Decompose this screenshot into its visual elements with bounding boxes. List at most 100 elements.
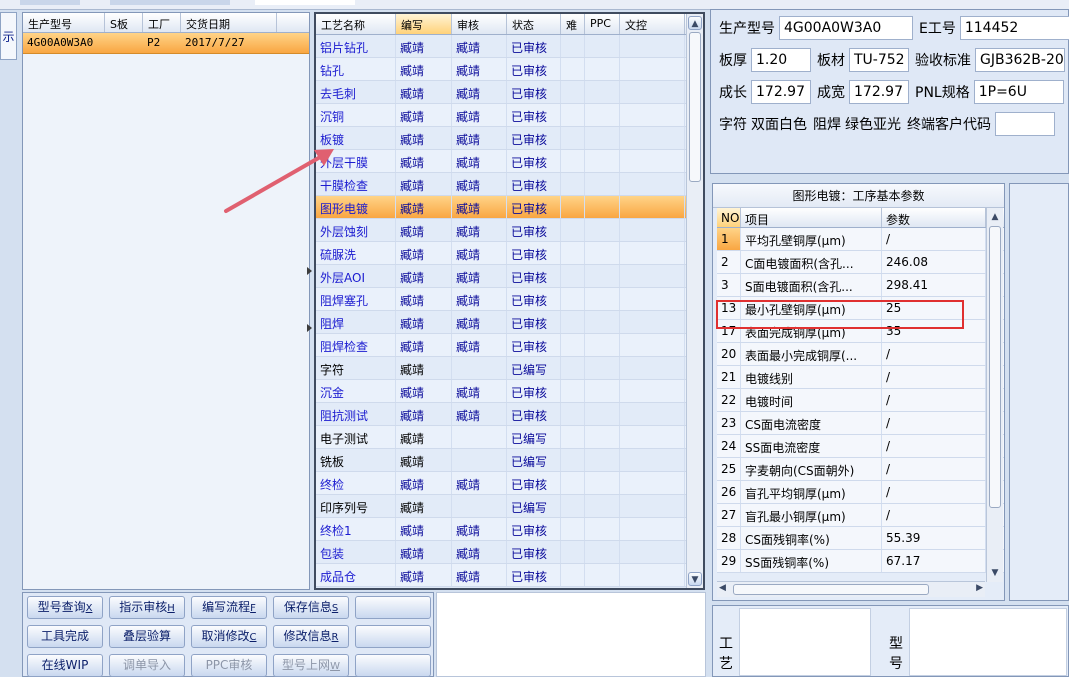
param-row[interactable]: 13 最小孔壁铜厚(μm) 25 [717, 297, 1004, 320]
param-row[interactable]: 29 SS面残铜率(%) 67.17 [717, 550, 1004, 573]
param-grid-scrollbar[interactable]: ▲ ▼ [986, 208, 1003, 582]
scroll-thumb[interactable] [689, 32, 701, 182]
action-button[interactable]: 调单导入 [109, 654, 185, 677]
empty-button[interactable] [355, 596, 431, 619]
action-button[interactable]: 保存信息S [273, 596, 349, 619]
param-row[interactable]: 2 C面电镀面积(含孔... 246.08 [717, 251, 1004, 274]
process-row[interactable]: 外层干膜 臧靖 臧靖 已审核 [316, 150, 703, 173]
param-row[interactable]: 1 平均孔壁铜厚(μm) / [717, 228, 1004, 251]
col-header-difficulty[interactable]: 难 [561, 14, 585, 34]
col-header-s-board[interactable]: S板 [105, 13, 143, 32]
param-row[interactable]: 20 表面最小完成铜厚(... / [717, 343, 1004, 366]
process-row[interactable]: 终检1 臧靖 臧靖 已审核 [316, 518, 703, 541]
panel-splitter[interactable] [306, 12, 314, 590]
action-button[interactable]: 工具完成 [27, 625, 103, 648]
process-row[interactable]: 阻焊塞孔 臧靖 臧靖 已审核 [316, 288, 703, 311]
standard-field[interactable]: GJB362B-200 [975, 48, 1065, 72]
scroll-thumb[interactable] [989, 226, 1001, 508]
process-row[interactable]: 终检 臧靖 臧靖 已审核 [316, 472, 703, 495]
process-row[interactable]: 印序列号 臧靖 已编写 [316, 495, 703, 518]
col-header-reviewer[interactable]: 审核 [452, 14, 507, 34]
process-name: 阻焊塞孔 [316, 288, 396, 310]
process-row[interactable]: 外层蚀刻 臧靖 臧靖 已审核 [316, 219, 703, 242]
scroll-down-icon[interactable]: ▼ [688, 572, 702, 586]
param-row[interactable]: 25 字麦朝向(CS面朝外) / [717, 458, 1004, 481]
process-row[interactable]: 硫脲洗 臧靖 臧靖 已审核 [316, 242, 703, 265]
param-row[interactable]: 3 S面电镀面积(含孔... 298.41 [717, 274, 1004, 297]
process-row[interactable]: 成品仓 臧靖 臧靖 已审核 [316, 564, 703, 587]
action-button[interactable]: 修改信息R [273, 625, 349, 648]
param-row[interactable]: 21 电镀线别 / [717, 366, 1004, 389]
action-button[interactable]: 取消修改C [191, 625, 267, 648]
action-button[interactable]: PPC审核 [191, 654, 267, 677]
eid-field[interactable]: 114452 [959, 16, 1069, 40]
empty-button[interactable] [355, 654, 431, 677]
button-label: PPC审核 [205, 658, 253, 672]
process-row[interactable]: 电子测试 臧靖 已编写 [316, 426, 703, 449]
col-header-value[interactable]: 参数 [882, 208, 986, 227]
param-row[interactable]: 26 盲孔平均铜厚(μm) / [717, 481, 1004, 504]
col-header-status[interactable]: 状态 [507, 14, 561, 34]
param-row[interactable]: 23 CS面电流密度 / [717, 412, 1004, 435]
scroll-down-icon[interactable]: ▼ [988, 566, 1002, 580]
param-row[interactable]: 27 盲孔最小铜厚(μm) / [717, 504, 1004, 527]
action-button[interactable]: 型号上网W [273, 654, 349, 677]
col-header-process-name[interactable]: 工艺名称 [316, 14, 396, 34]
action-button[interactable]: 编写流程F [191, 596, 267, 619]
splitter-arrow-icon[interactable] [307, 267, 312, 275]
scroll-up-icon[interactable]: ▲ [988, 210, 1002, 224]
length-field[interactable]: 172.97 [751, 80, 811, 104]
action-button[interactable]: 型号查询X [27, 596, 103, 619]
material-field[interactable]: TU-752 [849, 48, 909, 72]
process-row[interactable]: 钻孔 臧靖 臧靖 已审核 [316, 58, 703, 81]
process-row[interactable]: 阻焊检查 臧靖 臧靖 已审核 [316, 334, 703, 357]
process-grid-scrollbar[interactable]: ▲ ▼ [686, 14, 703, 588]
col-header-delivery-date[interactable]: 交货日期 [181, 13, 277, 32]
process-row[interactable]: 板镀 臧靖 臧靖 已审核 [316, 127, 703, 150]
process-row[interactable]: 阻焊 臧靖 臧靖 已审核 [316, 311, 703, 334]
col-header-doc-control[interactable]: 文控 [620, 14, 685, 34]
action-button[interactable]: 叠层验算 [109, 625, 185, 648]
param-row[interactable]: 17 表面完成铜厚(μm) 35 [717, 320, 1004, 343]
scroll-right-icon[interactable]: ▶ [976, 583, 983, 593]
col-header-ppc[interactable]: PPC [585, 14, 620, 34]
action-button[interactable]: 指示审核H [109, 596, 185, 619]
col-header-model[interactable]: 生产型号 [23, 13, 105, 32]
col-header-writer[interactable]: 编写 [396, 14, 452, 34]
process-row[interactable]: 沉铜 臧靖 臧靖 已审核 [316, 104, 703, 127]
width-field[interactable]: 172.97 [849, 80, 909, 104]
product-row[interactable]: 4G00A0W3A0 P2 2017/7/27 [23, 33, 309, 54]
scroll-up-icon[interactable]: ▲ [688, 16, 702, 30]
left-side-tab[interactable]: 示 [0, 12, 17, 60]
pnl-field[interactable]: 1P=6U [973, 80, 1064, 104]
splitter-arrow-icon[interactable] [307, 324, 312, 332]
craft-notes-box[interactable] [739, 608, 871, 676]
col-header-item[interactable]: 项目 [741, 208, 882, 227]
model-notes-box[interactable] [909, 608, 1067, 676]
process-row[interactable]: 图形电镀 臧靖 臧靖 已审核 [316, 196, 703, 219]
process-row[interactable]: 干膜检查 臧靖 臧靖 已审核 [316, 173, 703, 196]
scroll-left-icon[interactable]: ◀ [719, 583, 726, 593]
param-row[interactable]: 24 SS面电流密度 / [717, 435, 1004, 458]
param-grid-hscrollbar[interactable]: ◀ ▶ [717, 581, 985, 597]
process-row[interactable]: 铣板 臧靖 已编写 [316, 449, 703, 472]
col-header-no[interactable]: NO [717, 208, 741, 227]
process-row[interactable]: 外层AOI 臧靖 臧靖 已审核 [316, 265, 703, 288]
process-row[interactable]: 阻抗测试 臧靖 臧靖 已审核 [316, 403, 703, 426]
action-button[interactable]: 在线WIP [27, 654, 103, 677]
process-row[interactable]: 包装 臧靖 臧靖 已审核 [316, 541, 703, 564]
process-reviewer: 臧靖 [452, 311, 507, 333]
customer-field[interactable] [995, 112, 1055, 136]
col-header-factory[interactable]: 工厂 [143, 13, 181, 32]
process-row[interactable]: 铝片钻孔 臧靖 臧靖 已审核 [316, 35, 703, 58]
process-row[interactable]: 去毛刺 臧靖 臧靖 已审核 [316, 81, 703, 104]
width-label: 成宽 [817, 85, 845, 101]
param-row[interactable]: 28 CS面残铜率(%) 55.39 [717, 527, 1004, 550]
param-row[interactable]: 22 电镀时间 / [717, 389, 1004, 412]
model-field[interactable]: 4G00A0W3A0 [779, 16, 913, 40]
hscroll-thumb[interactable] [733, 584, 929, 595]
process-row[interactable]: 沉金 臧靖 臧靖 已审核 [316, 380, 703, 403]
empty-button[interactable] [355, 625, 431, 648]
process-row[interactable]: 字符 臧靖 已编写 [316, 357, 703, 380]
thickness-field[interactable]: 1.20 [751, 48, 811, 72]
